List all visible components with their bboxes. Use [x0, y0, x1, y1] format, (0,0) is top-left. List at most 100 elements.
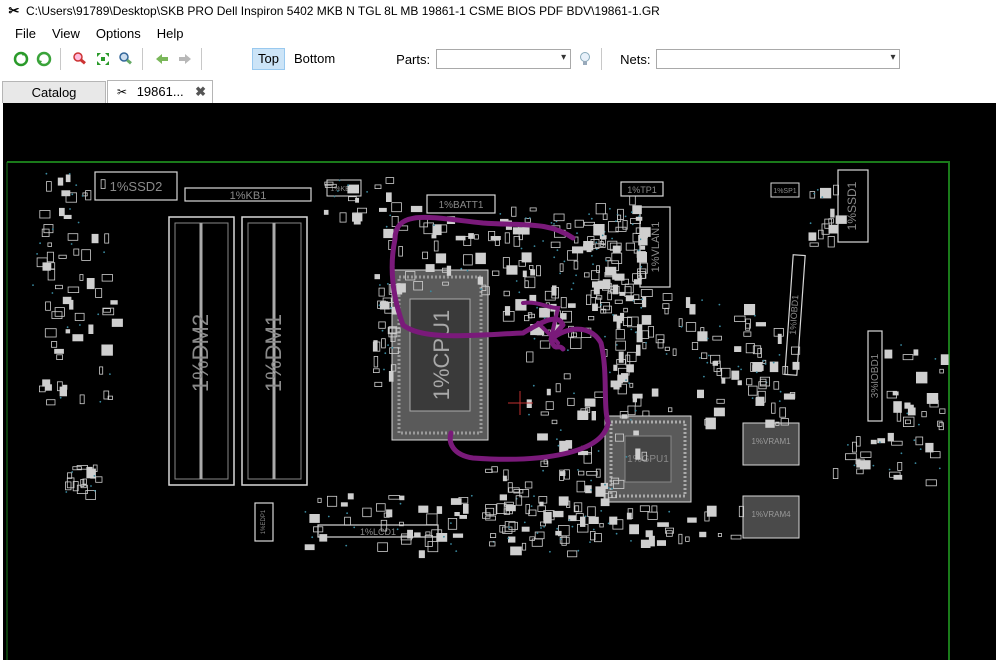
smd-component[interactable] [903, 416, 915, 428]
smd-component[interactable] [491, 466, 498, 473]
smd-component[interactable] [777, 333, 782, 344]
smd-component[interactable] [860, 451, 872, 458]
smd-component[interactable] [104, 233, 110, 244]
smd-component[interactable] [588, 516, 599, 525]
smd-component[interactable] [47, 242, 53, 247]
smd-component[interactable] [45, 301, 51, 311]
smd-component[interactable] [377, 542, 388, 552]
smd-component[interactable] [905, 419, 911, 425]
connector-iobd3[interactable]: 3%IOBD1 [867, 330, 883, 422]
smd-component[interactable] [633, 430, 639, 436]
smd-component[interactable] [592, 281, 600, 288]
smd-component[interactable] [639, 505, 650, 512]
smd-component[interactable] [612, 272, 617, 280]
smd-component[interactable] [611, 252, 623, 264]
smd-component[interactable] [65, 174, 71, 183]
smd-component[interactable] [593, 224, 605, 236]
smd-component[interactable] [102, 307, 115, 316]
smd-component[interactable] [771, 402, 776, 414]
smd-component[interactable] [67, 233, 79, 241]
smd-component[interactable] [731, 370, 740, 380]
smd-component[interactable] [452, 533, 464, 538]
smd-component[interactable] [940, 354, 949, 365]
smd-component[interactable] [697, 389, 705, 399]
smd-component[interactable] [344, 516, 351, 526]
smd-component[interactable] [717, 532, 722, 537]
smd-component[interactable] [600, 498, 610, 507]
smd-component[interactable] [99, 366, 104, 375]
connector-iobd[interactable]: 1%IOBD1 [784, 254, 806, 376]
smd-component[interactable] [474, 234, 479, 240]
smd-component[interactable] [887, 432, 894, 442]
smd-component[interactable] [507, 536, 516, 543]
smd-component[interactable] [378, 207, 387, 212]
smd-component[interactable] [88, 324, 94, 334]
smd-component[interactable] [418, 550, 425, 559]
smd-component[interactable] [642, 410, 650, 417]
smd-component[interactable] [808, 232, 817, 241]
connector-tp1[interactable]: 1%TP1 [620, 181, 664, 197]
smd-component[interactable] [617, 214, 622, 223]
smd-component[interactable] [72, 334, 84, 342]
smd-component[interactable] [524, 280, 529, 288]
smd-component[interactable] [809, 191, 816, 199]
smd-component[interactable] [65, 329, 71, 334]
smd-component[interactable] [584, 272, 590, 278]
smd-component[interactable] [627, 351, 637, 363]
smd-component[interactable] [74, 312, 85, 321]
smd-component[interactable] [76, 465, 88, 470]
smd-component[interactable] [746, 378, 753, 386]
smd-component[interactable] [573, 260, 579, 270]
smd-component[interactable] [385, 177, 395, 184]
smd-component[interactable] [560, 471, 566, 476]
smd-component[interactable] [856, 459, 861, 468]
smd-component[interactable] [477, 276, 484, 285]
smd-component[interactable] [734, 315, 746, 323]
smd-component[interactable] [623, 307, 628, 313]
smd-component[interactable] [576, 480, 586, 493]
smd-component[interactable] [388, 495, 400, 500]
smd-component[interactable] [691, 342, 699, 350]
smd-component[interactable] [629, 195, 636, 206]
smd-component[interactable] [459, 514, 467, 519]
menu-file[interactable]: File [0, 23, 44, 45]
smd-component[interactable] [586, 248, 592, 253]
smd-component[interactable] [422, 251, 429, 260]
smd-component[interactable] [640, 245, 646, 250]
smd-component[interactable] [640, 539, 651, 549]
smd-component[interactable] [755, 322, 767, 327]
smd-component[interactable] [633, 294, 640, 300]
smd-component[interactable] [42, 262, 51, 271]
smd-component[interactable] [490, 235, 501, 240]
smd-component[interactable] [752, 362, 763, 372]
smd-component[interactable] [613, 314, 618, 322]
smd-component[interactable] [636, 344, 641, 356]
smd-component[interactable] [916, 371, 928, 384]
smd-component[interactable] [697, 331, 708, 342]
smd-component[interactable] [615, 329, 625, 340]
smd-component[interactable] [687, 517, 697, 523]
smd-component[interactable] [398, 246, 403, 257]
smd-component[interactable] [374, 184, 382, 190]
smd-component[interactable] [892, 391, 899, 396]
smd-component[interactable] [375, 503, 386, 512]
smd-component[interactable] [907, 407, 916, 416]
bottom-side-button[interactable]: Bottom [289, 49, 340, 69]
smd-component[interactable] [304, 544, 315, 551]
smd-component[interactable] [939, 368, 944, 374]
smd-component[interactable] [339, 212, 347, 223]
smd-component[interactable] [930, 451, 941, 459]
smd-component[interactable] [503, 290, 510, 297]
smd-component[interactable] [662, 303, 670, 309]
smd-component[interactable] [925, 479, 937, 487]
smd-component[interactable] [617, 374, 623, 384]
smd-component[interactable] [583, 221, 595, 226]
smd-component[interactable] [45, 384, 52, 391]
smd-component[interactable] [706, 505, 717, 517]
smd-component[interactable] [596, 295, 603, 300]
smd-component[interactable] [614, 299, 623, 304]
smd-component[interactable] [613, 364, 618, 371]
smd-component[interactable] [622, 220, 628, 230]
nets-combobox[interactable]: ▾ [656, 49, 901, 69]
smd-component[interactable] [506, 265, 518, 275]
